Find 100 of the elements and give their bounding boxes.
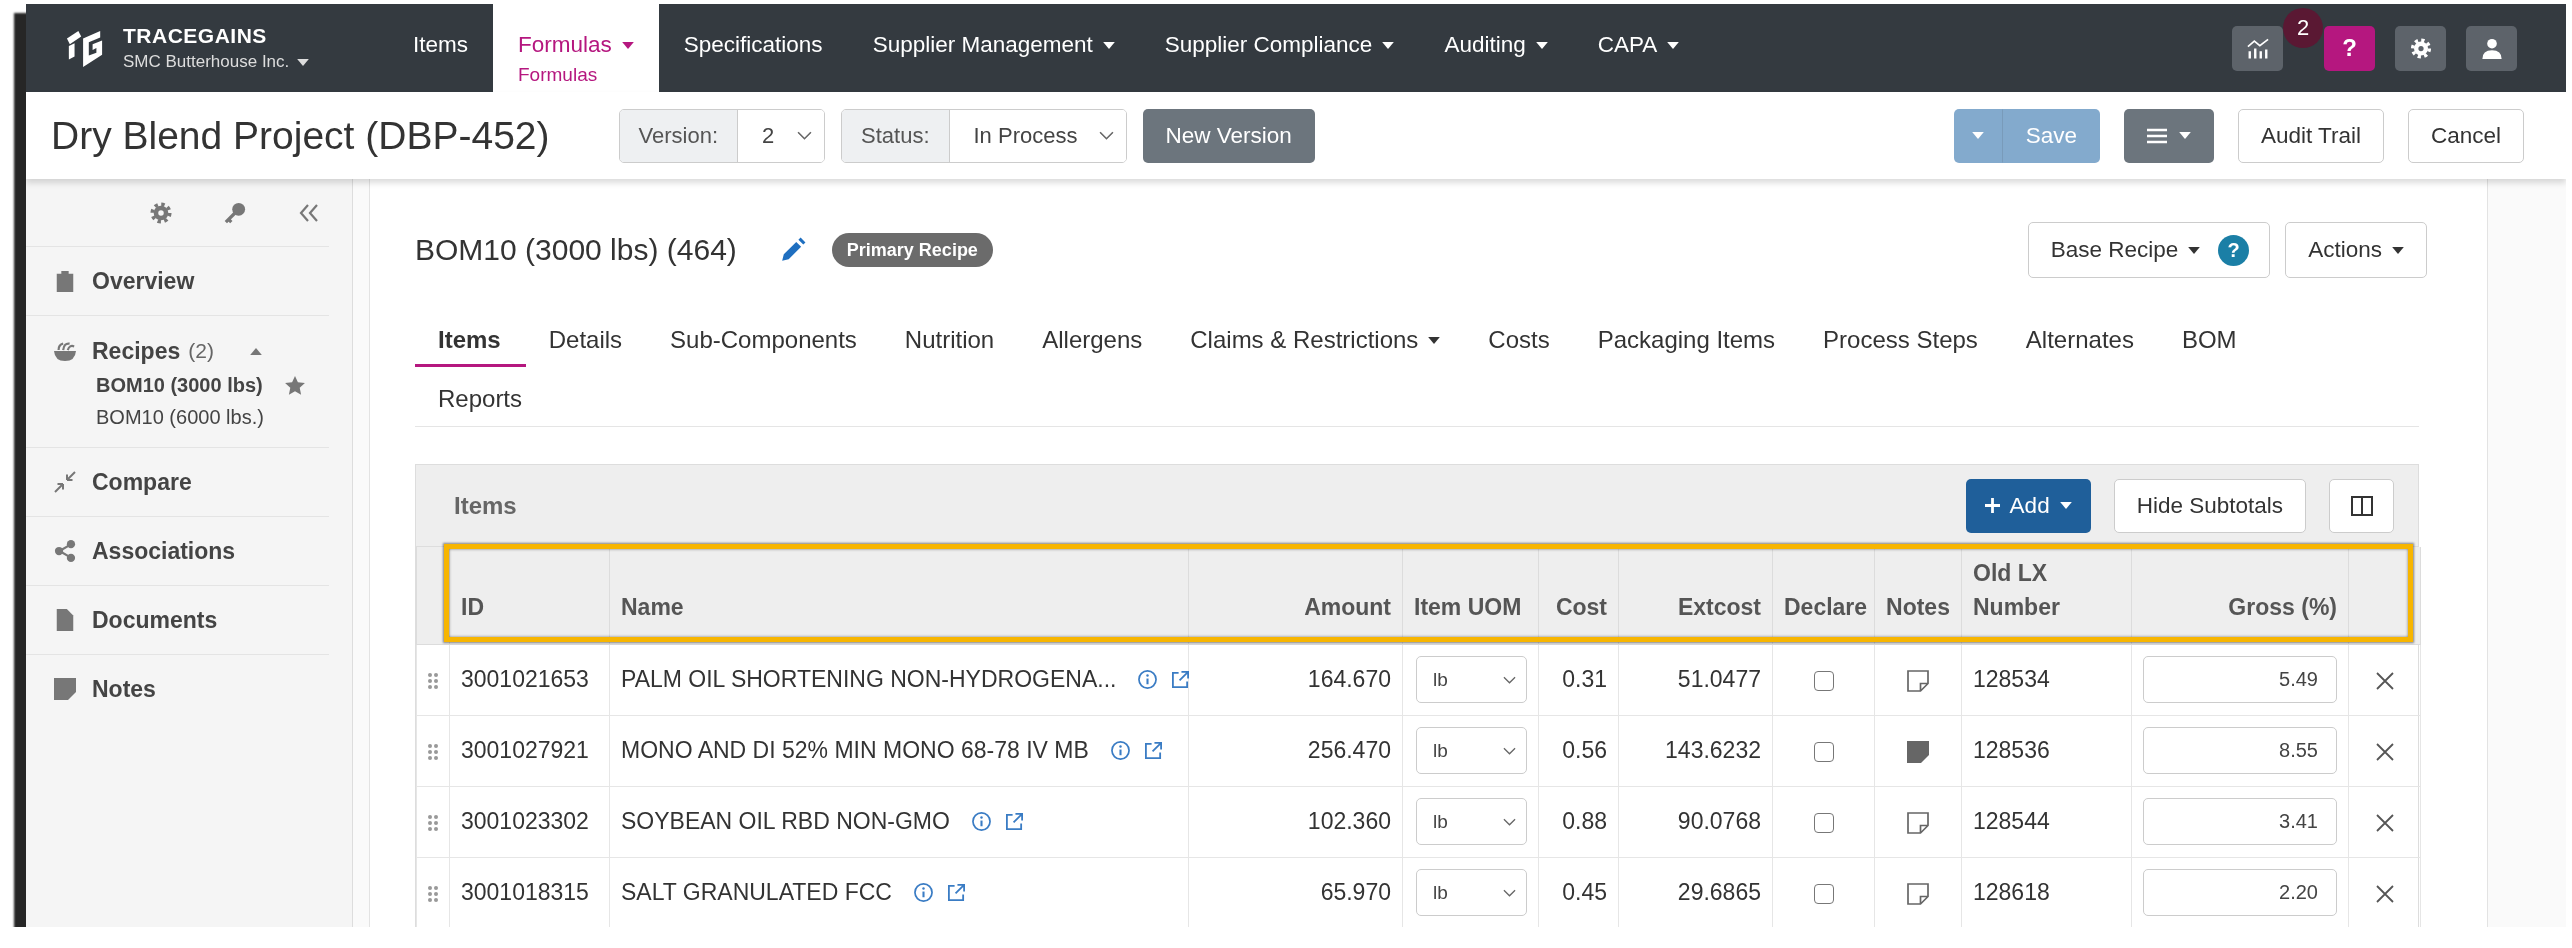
- chart-icon: [2246, 37, 2269, 59]
- file-icon: [54, 609, 76, 631]
- close-icon[interactable]: [2375, 671, 2394, 690]
- actions-button[interactable]: Actions: [2285, 222, 2427, 278]
- tab[interactable]: Costs: [1465, 314, 1575, 367]
- note-icon: [54, 678, 76, 700]
- table-cell: 143.6232: [1618, 715, 1773, 786]
- table-cell: 3001023302: [449, 786, 610, 857]
- caret-icon: [2178, 132, 2191, 139]
- declare-checkbox[interactable]: [1813, 883, 1834, 904]
- tab[interactable]: Packaging Items: [1574, 314, 1801, 367]
- columns-button[interactable]: [2329, 478, 2394, 533]
- close-icon[interactable]: [2375, 884, 2394, 903]
- bowl-icon: [54, 340, 76, 362]
- sidebar-item[interactable]: Notes: [26, 655, 329, 723]
- gross-input[interactable]: 2.20: [2143, 869, 2337, 916]
- sidebar-item[interactable]: Compare: [26, 448, 329, 516]
- nav-item[interactable]: CAPA: [1572, 4, 1705, 92]
- note-icon[interactable]: [1907, 882, 1929, 905]
- add-button[interactable]: Add: [1965, 478, 2091, 533]
- version-label: Version:: [619, 109, 738, 162]
- audit-trail-button[interactable]: Audit Trail: [2237, 108, 2384, 163]
- drag-handle-icon[interactable]: [428, 743, 438, 760]
- gross-input[interactable]: 5.49: [2143, 656, 2337, 703]
- menu-button[interactable]: [2123, 108, 2214, 163]
- declare-checkbox[interactable]: [1813, 670, 1834, 691]
- nav-item[interactable]: Formulas Formulas: [493, 4, 659, 92]
- column-header: Gross (%): [2131, 547, 2349, 644]
- external-link-icon[interactable]: [1143, 741, 1163, 760]
- gross-input[interactable]: 8.55: [2143, 727, 2337, 774]
- declare-checkbox[interactable]: [1813, 812, 1834, 833]
- note-icon[interactable]: [1907, 811, 1929, 834]
- uom-select[interactable]: lb: [1416, 656, 1527, 703]
- drag-handle-icon[interactable]: [428, 885, 438, 902]
- note-icon[interactable]: [1907, 740, 1929, 763]
- table-cell: 256.470: [1188, 715, 1403, 786]
- settings-icon[interactable]: [150, 201, 172, 224]
- caret-icon: [2059, 502, 2072, 509]
- nav-item[interactable]: Specifications: [658, 4, 848, 92]
- gross-input[interactable]: 3.41: [2143, 798, 2337, 845]
- hide-subtotals-button[interactable]: Hide Subtotals: [2113, 478, 2306, 533]
- info-icon[interactable]: [1110, 741, 1130, 760]
- table-cell: 128544: [1961, 786, 2132, 857]
- tab[interactable]: Details: [525, 314, 648, 367]
- caret-icon: [297, 58, 310, 66]
- recipe-link[interactable]: BOM10 (6000 lbs.): [26, 401, 329, 433]
- new-version-button[interactable]: New Version: [1142, 108, 1315, 163]
- recipe-link[interactable]: BOM10 (3000 lbs): [26, 369, 329, 401]
- uom-select[interactable]: lb: [1416, 798, 1527, 845]
- tab[interactable]: Claims & Restrictions: [1167, 314, 1466, 367]
- note-icon[interactable]: [1907, 669, 1929, 692]
- uom-select[interactable]: lb: [1416, 727, 1527, 774]
- nav-item[interactable]: Auditing: [1419, 4, 1573, 92]
- close-icon[interactable]: [2375, 742, 2394, 761]
- external-link-icon[interactable]: [1171, 670, 1191, 689]
- tab[interactable]: Allergens: [1019, 314, 1168, 367]
- sidebar-item[interactable]: Overview: [26, 247, 329, 315]
- chevron-down-icon: [797, 131, 812, 140]
- nav-item[interactable]: Items: [388, 4, 493, 92]
- sidebar-item[interactable]: Documents: [26, 586, 329, 654]
- table-cell: 0.56: [1538, 715, 1619, 786]
- pencil-icon[interactable]: [779, 237, 806, 263]
- sidebar-item[interactable]: Recipes (2): [26, 333, 329, 369]
- cancel-button[interactable]: Cancel: [2407, 108, 2524, 163]
- tab[interactable]: Process Steps: [1800, 314, 2003, 367]
- drag-handle-icon[interactable]: [428, 672, 438, 689]
- column-header: Notes: [1874, 547, 1962, 644]
- nav-sublabel[interactable]: Formulas: [518, 62, 634, 88]
- tab[interactable]: Items: [415, 314, 526, 367]
- settings-button[interactable]: [2395, 25, 2446, 71]
- table-cell: 164.670: [1188, 644, 1403, 715]
- external-link-icon[interactable]: [1004, 812, 1024, 831]
- close-icon[interactable]: [2375, 813, 2394, 832]
- drag-handle-icon[interactable]: [428, 814, 438, 831]
- menu-icon: [2146, 127, 2167, 144]
- declare-checkbox[interactable]: [1813, 741, 1834, 762]
- info-icon[interactable]: [971, 812, 991, 831]
- tab[interactable]: BOM: [2158, 314, 2262, 367]
- tab[interactable]: Reports: [415, 373, 548, 426]
- info-icon[interactable]: [1138, 670, 1158, 689]
- chevron-down-icon: [1503, 888, 1516, 897]
- base-recipe-button[interactable]: Base Recipe: [2050, 237, 2201, 263]
- company-switcher[interactable]: SMC Butterhouse Inc.: [123, 52, 310, 72]
- primary-recipe-badge: Primary Recipe: [831, 233, 993, 267]
- sidebar-item[interactable]: Associations: [26, 517, 329, 585]
- analytics-button[interactable]: [2232, 25, 2283, 71]
- tab[interactable]: Nutrition: [881, 314, 1020, 367]
- info-icon[interactable]: [913, 883, 933, 902]
- nav-item[interactable]: Supplier Compliance: [1139, 4, 1420, 92]
- help-button[interactable]: ?: [2218, 234, 2250, 266]
- key-icon[interactable]: [224, 201, 246, 224]
- help-button[interactable]: ?: [2324, 25, 2375, 71]
- external-link-icon[interactable]: [946, 883, 966, 902]
- uom-select[interactable]: lb: [1416, 869, 1527, 916]
- tab[interactable]: Sub-Components: [647, 314, 882, 367]
- logo-icon[interactable]: [65, 29, 105, 67]
- nav-item[interactable]: Supplier Management: [847, 4, 1140, 92]
- user-button[interactable]: [2466, 25, 2517, 71]
- column-header: Item UOM: [1402, 547, 1539, 644]
- tab[interactable]: Alternates: [2002, 314, 2159, 367]
